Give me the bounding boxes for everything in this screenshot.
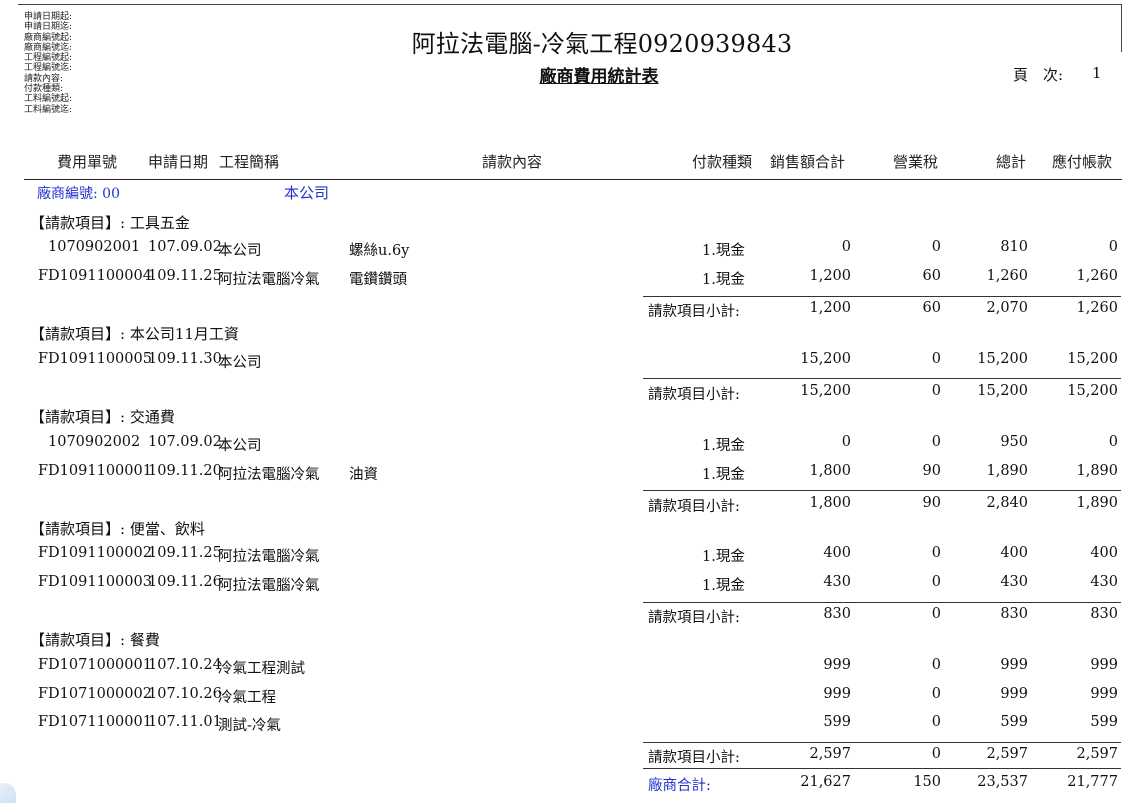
subtotal-divider (643, 296, 1121, 297)
category-title: 【請款項目】: 交通費 (30, 408, 175, 426)
payable-amount: 1,890 (1076, 463, 1118, 479)
project-name: 阿拉法電腦冷氣 (218, 549, 320, 565)
apply-date: 107.09.02 (148, 239, 222, 255)
payable-amount: 1,260 (1076, 268, 1118, 284)
payable-amount: 400 (1090, 545, 1118, 561)
subtotal-payable: 15,200 (1067, 383, 1118, 399)
page-frame-top-border (18, 4, 1122, 5)
fee-no: FD1071000002 (38, 686, 152, 702)
project-name: 測試-冷氣 (218, 718, 281, 734)
project-name: 本公司 (218, 355, 262, 371)
payable-amount: 15,200 (1067, 351, 1118, 367)
fee-no: FD1091100005 (38, 351, 152, 367)
category-title: 【請款項目】: 便當、飲料 (30, 520, 205, 538)
apply-date: 109.11.25 (148, 545, 222, 561)
page-number: 1 (1092, 64, 1102, 82)
subtotal-divider (643, 602, 1121, 603)
payable-amount: 0 (1108, 239, 1118, 255)
apply-date: 107.09.02 (148, 434, 222, 450)
pay-type: 1.現金 (702, 243, 745, 259)
apply-date: 107.10.26 (148, 686, 222, 702)
project-name: 阿拉法電腦冷氣 (218, 578, 320, 594)
header-pay-type: 付款種類 (692, 153, 753, 171)
project-name: 本公司 (218, 438, 262, 454)
header-project: 工程簡稱 (219, 153, 280, 171)
fee-no: 1070902001 (48, 239, 141, 255)
header-apply-date: 申請日期 (148, 153, 209, 171)
vendor-total-divider (643, 768, 1121, 769)
filter-material-to: 工料編號迄: (24, 104, 73, 115)
fee-no: FD1091100003 (38, 574, 152, 590)
payable-amount: 999 (1090, 686, 1118, 702)
vendor-number: 廠商編號: 00 (37, 186, 120, 202)
category-title: 【請款項目】: 餐費 (30, 631, 160, 649)
header-payable: 應付帳款 (1052, 153, 1113, 171)
apply-date: 107.10.24 (148, 657, 222, 673)
fee-no: FD1071100001 (38, 714, 152, 730)
header-divider (24, 179, 1122, 180)
fee-no: FD1091100004 (38, 268, 152, 284)
project-name: 冷氣工程測試 (218, 661, 305, 677)
header-tax: 營業稅 (893, 153, 939, 171)
subtotal-label: 請款項目小計: (648, 610, 740, 626)
pay-type: 1.現金 (702, 272, 745, 288)
fee-no: FD1071000001 (38, 657, 152, 673)
pay-type: 1.現金 (702, 438, 745, 454)
pay-type: 1.現金 (702, 578, 745, 594)
category-title: 【請款項目】: 工具五金 (30, 214, 190, 232)
apply-date: 107.11.01 (148, 714, 222, 730)
apply-date: 109.11.30 (148, 351, 222, 367)
page-label: 頁 次: (1013, 66, 1064, 84)
filter-material-from: 工料編號起: (24, 94, 73, 105)
company-title: 阿拉法電腦-冷氣工程0920939843 (411, 30, 793, 58)
project-name: 冷氣工程 (218, 690, 276, 706)
payable-amount: 0 (1108, 434, 1118, 450)
filter-apply-date-from: 申請日期起: (24, 12, 73, 22)
payable-amount: 430 (1090, 574, 1118, 590)
header-content: 請款內容 (482, 153, 543, 171)
apply-date: 109.11.25 (148, 268, 222, 284)
subtotal-label: 請款項目小計: (648, 499, 740, 515)
vendor-total-label: 廠商合計: (648, 778, 711, 794)
header-sales-total: 銷售額合計 (770, 153, 846, 171)
project-name: 阿拉法電腦冷氣 (218, 272, 320, 288)
pay-type: 1.現金 (702, 467, 745, 483)
apply-date: 109.11.20 (148, 463, 222, 479)
project-name: 阿拉法電腦冷氣 (218, 467, 320, 483)
claim-content: 油資 (349, 467, 378, 483)
apply-date: 109.11.26 (148, 574, 222, 590)
subtotal-label: 請款項目小計: (648, 387, 740, 403)
fee-no: FD1091100001 (38, 463, 152, 479)
fee-no: FD1091100002 (38, 545, 152, 561)
subtotal-divider (643, 742, 1121, 743)
header-total: 總計 (996, 153, 1027, 171)
viewer-corner-decoration (0, 783, 16, 803)
subtotal-payable: 1,260 (1076, 300, 1118, 316)
payable-amount: 999 (1090, 657, 1118, 673)
subtotal-divider (643, 378, 1121, 379)
header-fee-no: 費用單號 (57, 153, 118, 171)
subtotal-payable: 2,597 (1076, 746, 1118, 762)
vendor-total-payable: 21,777 (1067, 774, 1118, 790)
subtotal-label: 請款項目小計: (648, 304, 740, 320)
claim-content: 螺絲u.6y (349, 243, 410, 259)
vendor-name: 本公司 (284, 184, 330, 202)
subtotal-payable: 1,890 (1076, 495, 1118, 511)
report-title: 廠商費用統計表 (539, 67, 659, 87)
project-name: 本公司 (218, 243, 262, 259)
claim-content: 電鑽鑽頭 (349, 272, 407, 288)
pay-type: 1.現金 (702, 549, 745, 565)
subtotal-label: 請款項目小計: (648, 750, 740, 766)
subtotal-payable: 830 (1090, 606, 1118, 622)
category-title: 【請款項目】: 本公司11月工資 (30, 325, 239, 343)
payable-amount: 599 (1090, 714, 1118, 730)
fee-no: 1070902002 (48, 434, 141, 450)
subtotal-divider (643, 490, 1121, 491)
